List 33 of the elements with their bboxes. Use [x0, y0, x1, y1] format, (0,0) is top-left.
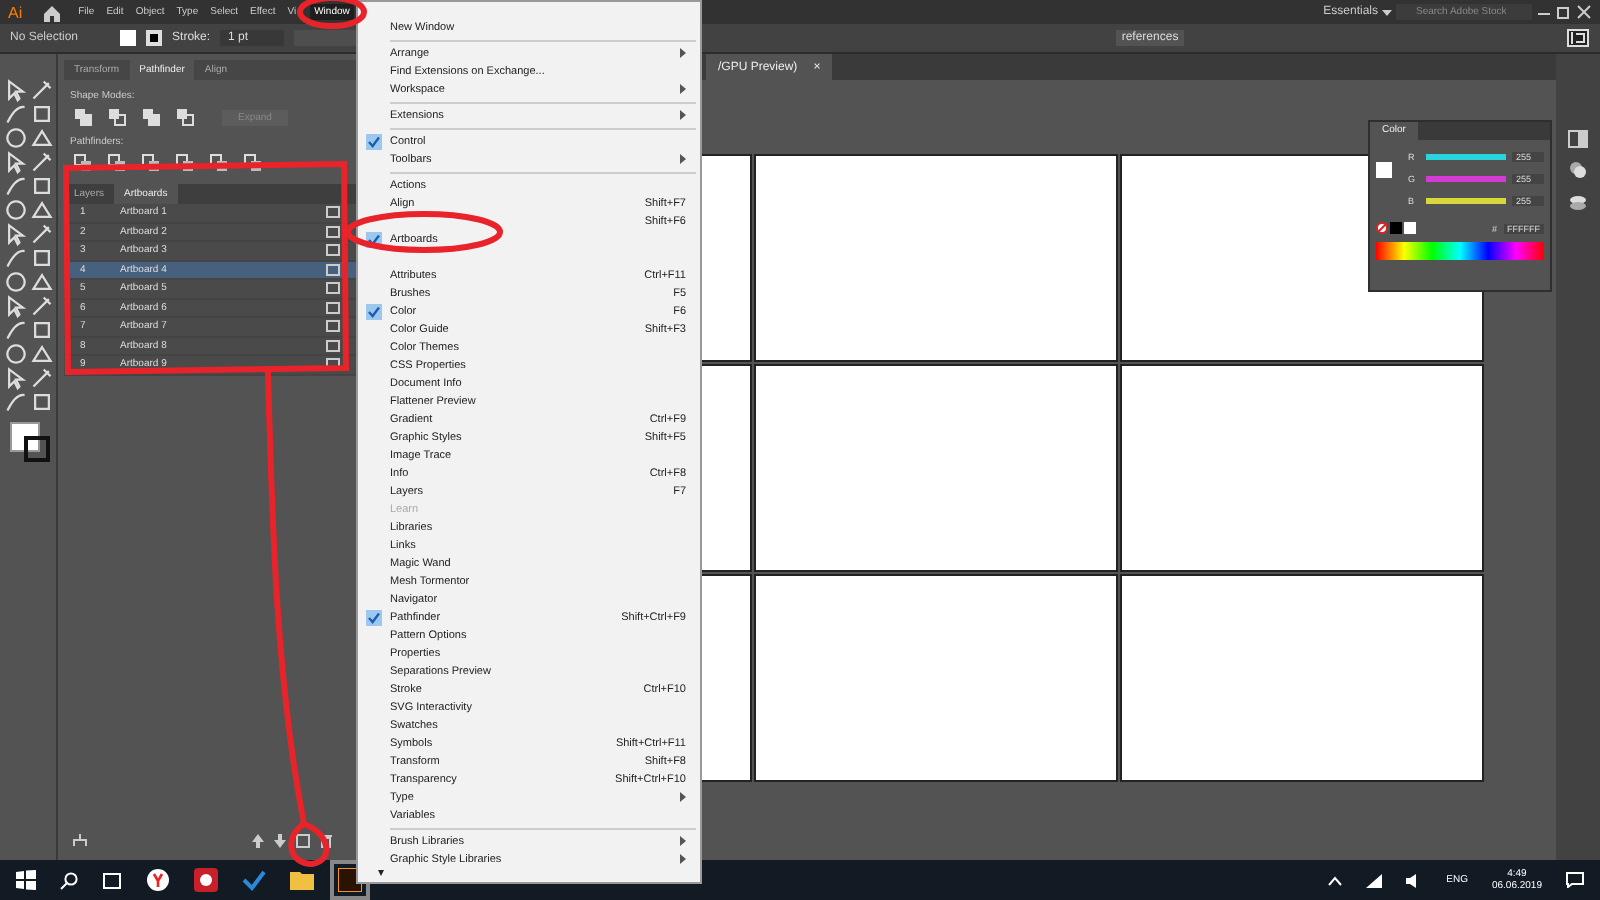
- color-slider[interactable]: [1426, 198, 1506, 204]
- search-icon[interactable]: [60, 871, 78, 889]
- restore-icon[interactable]: [1556, 4, 1572, 20]
- fill-swatch[interactable]: [120, 30, 137, 46]
- windows-logo-icon[interactable]: [16, 870, 36, 890]
- folder-icon[interactable]: [290, 870, 314, 890]
- app-logo: Ai: [8, 3, 23, 21]
- color-spectrum[interactable]: [1376, 242, 1544, 260]
- close-icon[interactable]: [1576, 4, 1592, 20]
- color-slider[interactable]: [1426, 154, 1506, 160]
- signal-icon[interactable]: [1366, 873, 1383, 887]
- circles-icon[interactable]: [1568, 160, 1588, 180]
- chevron-up-icon[interactable]: [1328, 875, 1343, 885]
- align-icon[interactable]: [1566, 28, 1590, 48]
- stack-icon[interactable]: [1568, 192, 1588, 212]
- stroke-swatch[interactable]: [24, 436, 50, 462]
- color-panel-icon[interactable]: [1568, 130, 1588, 148]
- none-swatch-icon[interactable]: [1376, 222, 1388, 234]
- light-swatch-square[interactable]: [1404, 222, 1416, 234]
- task-view-icon[interactable]: [102, 871, 122, 889]
- trash-icon[interactable]: [320, 833, 332, 847]
- browser-icon[interactable]: [146, 868, 170, 892]
- arrow-down-icon[interactable]: [274, 833, 286, 847]
- new-artboard-icon[interactable]: [296, 833, 310, 847]
- dark-swatch-square[interactable]: [1390, 222, 1402, 234]
- caret-icon[interactable]: [1382, 9, 1392, 15]
- color-slider[interactable]: [1426, 176, 1506, 182]
- fill-swatch[interactable]: [1376, 162, 1392, 178]
- checkmark-icon[interactable]: [242, 868, 266, 892]
- home-icon[interactable]: [42, 3, 63, 21]
- arrow-up-icon[interactable]: [252, 833, 264, 847]
- app-icon[interactable]: [194, 868, 218, 892]
- notification-icon[interactable]: [1566, 872, 1584, 888]
